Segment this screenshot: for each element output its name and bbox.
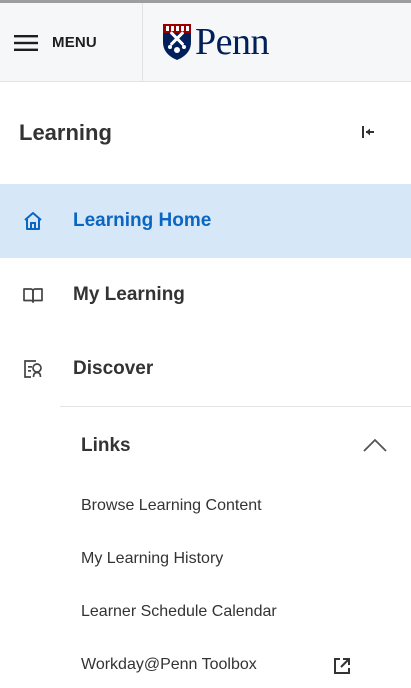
menu-button[interactable]: MENU bbox=[0, 3, 143, 82]
nav-item-label: Discover bbox=[73, 358, 154, 379]
links-heading: Links bbox=[81, 435, 131, 456]
link-workday-penn-toolbox[interactable]: Workday@Penn Toolbox bbox=[81, 656, 257, 674]
nav-item-discover[interactable]: Discover bbox=[0, 332, 411, 406]
book-icon bbox=[22, 284, 44, 306]
nav-item-label: My Learning bbox=[73, 284, 185, 305]
collapse-sidebar-button[interactable] bbox=[354, 118, 382, 146]
external-link-icon[interactable] bbox=[333, 657, 351, 675]
menu-label: MENU bbox=[52, 34, 97, 51]
nav-item-learning-home[interactable]: Learning Home bbox=[0, 184, 411, 258]
penn-logo[interactable]: Penn bbox=[162, 19, 270, 65]
penn-shield-icon bbox=[163, 24, 191, 60]
sidebar-header: Learning bbox=[0, 82, 411, 184]
nav-item-my-learning[interactable]: My Learning bbox=[0, 258, 411, 332]
section-title: Learning bbox=[19, 120, 112, 145]
link-browse-learning-content[interactable]: Browse Learning Content bbox=[81, 497, 262, 515]
home-icon bbox=[22, 210, 44, 232]
collapse-left-icon bbox=[362, 126, 374, 138]
logo-text: Penn bbox=[195, 21, 270, 63]
chevron-up-icon bbox=[363, 438, 387, 452]
discover-icon bbox=[22, 358, 44, 380]
link-learner-schedule-calendar[interactable]: Learner Schedule Calendar bbox=[81, 603, 277, 621]
links-group-header[interactable]: Links bbox=[60, 418, 411, 472]
hamburger-icon bbox=[14, 34, 38, 51]
nav-item-label: Learning Home bbox=[73, 210, 212, 231]
section-divider bbox=[60, 406, 411, 407]
link-my-learning-history[interactable]: My Learning History bbox=[81, 550, 223, 568]
top-header: MENU Penn bbox=[0, 3, 411, 82]
